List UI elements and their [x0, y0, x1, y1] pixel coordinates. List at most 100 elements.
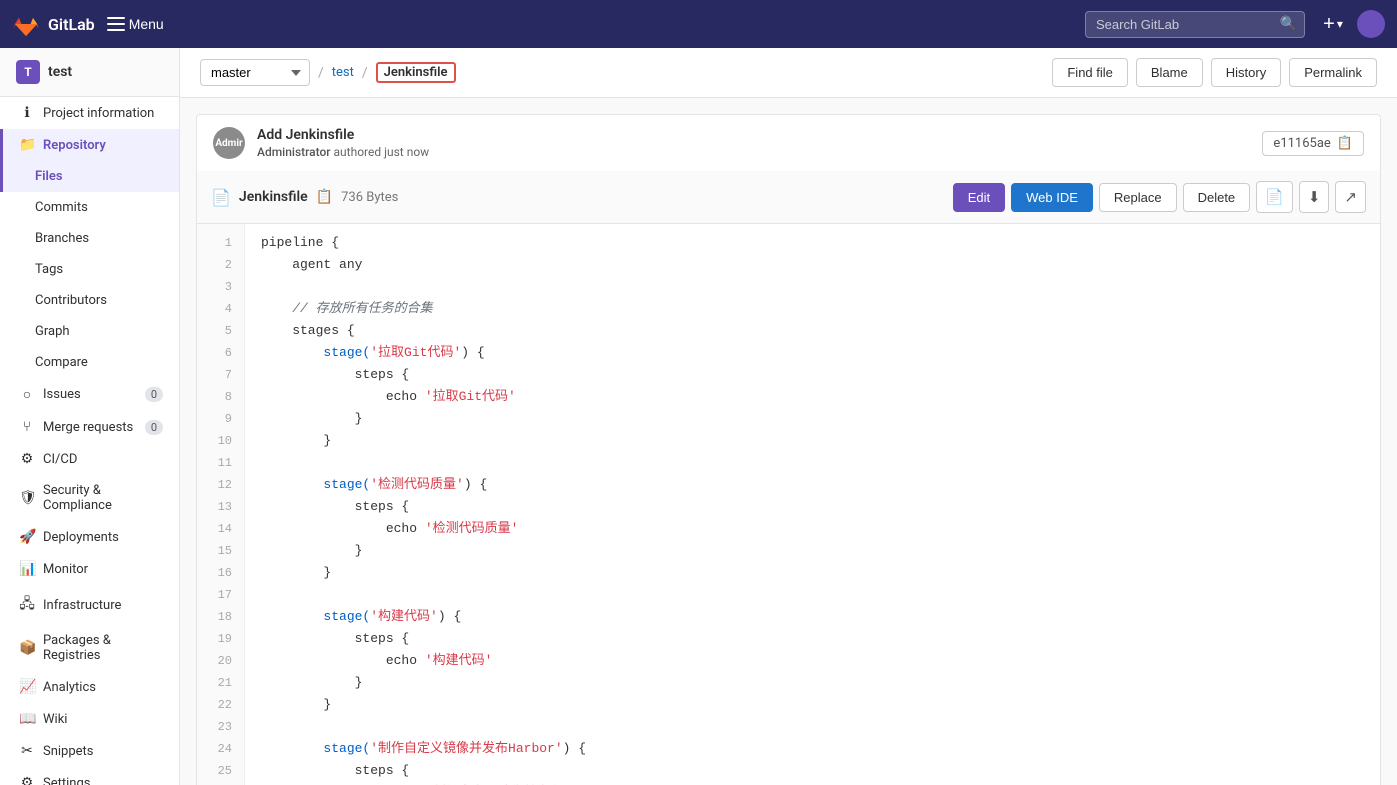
menu-button[interactable]: Menu — [107, 16, 164, 32]
code-line: pipeline { — [261, 232, 1380, 254]
sidebar-item-issues[interactable]: ○ Issues 0 — [0, 378, 179, 411]
sidebar-item-snippets[interactable]: ✂ Snippets — [0, 735, 179, 767]
sidebar-item-merge-requests[interactable]: ⑂ Merge requests 0 — [0, 411, 179, 443]
blame-button[interactable]: Blame — [1136, 58, 1203, 87]
sidebar-item-label: Analytics — [43, 680, 96, 695]
line-number: 4 — [197, 298, 244, 320]
find-file-button[interactable]: Find file — [1052, 58, 1128, 87]
sidebar-item-cicd[interactable]: ⚙ CI/CD — [0, 443, 179, 475]
permalink-button[interactable]: Permalink — [1289, 58, 1377, 87]
infra-icon: 🖧 — [19, 593, 35, 617]
commit-author: Administrator — [257, 145, 331, 159]
sidebar-item-label: Files — [35, 169, 63, 184]
menu-label: Menu — [129, 16, 164, 32]
code-line: } — [261, 540, 1380, 562]
sidebar-item-label: Graph — [35, 324, 70, 339]
sidebar-item-infrastructure[interactable]: 🖧 Infrastructure — [0, 585, 179, 625]
merge-icon: ⑂ — [19, 419, 35, 435]
line-number: 19 — [197, 628, 244, 650]
commit-meta: Administrator authored just now — [257, 145, 1250, 159]
sidebar-item-monitor[interactable]: 📊 Monitor — [0, 553, 179, 585]
search-icon: 🔍 — [1280, 16, 1297, 32]
code-line — [261, 584, 1380, 606]
code-line: // 存放所有任务的合集 — [261, 298, 1380, 320]
code-line: stage('构建代码') { — [261, 606, 1380, 628]
code-line: } — [261, 694, 1380, 716]
sidebar-item-graph[interactable]: Graph — [0, 316, 179, 347]
sidebar-item-contributors[interactable]: Contributors — [0, 285, 179, 316]
project-avatar: T — [16, 60, 40, 84]
project-header[interactable]: T test — [0, 48, 179, 97]
delete-button[interactable]: Delete — [1183, 183, 1251, 212]
branch-select[interactable]: master — [200, 59, 310, 86]
edit-button[interactable]: Edit — [953, 183, 1005, 212]
code-lines: pipeline { agent any // 存放所有任务的合集 stages… — [245, 224, 1380, 785]
issues-icon: ○ — [19, 386, 35, 403]
replace-button[interactable]: Replace — [1099, 183, 1177, 212]
sidebar-item-tags[interactable]: Tags — [0, 254, 179, 285]
breadcrumb-sep-2: / — [362, 65, 368, 81]
file-actions: Edit Web IDE Replace Delete 📄 ⬇ ↗ — [953, 181, 1366, 213]
shield-icon: 🛡 — [19, 490, 35, 506]
sidebar-item-packages[interactable]: 📦 Packages & Registries — [0, 625, 179, 671]
package-icon: 📦 — [19, 640, 35, 656]
code-line: steps { — [261, 496, 1380, 518]
create-button[interactable]: + ▾ — [1317, 8, 1349, 40]
line-number: 13 — [197, 496, 244, 518]
header-actions: Find file Blame History Permalink — [1052, 58, 1377, 87]
gitlab-logo-icon — [12, 10, 40, 38]
line-number: 6 — [197, 342, 244, 364]
code-line: } — [261, 430, 1380, 452]
line-number: 14 — [197, 518, 244, 540]
code-area: 1234567891011121314151617181920212223242… — [197, 224, 1380, 785]
logo-area: GitLab — [12, 10, 95, 38]
sidebar-item-branches[interactable]: Branches — [0, 223, 179, 254]
sidebar-item-label: Wiki — [43, 712, 67, 727]
open-external-icon-button[interactable]: ↗ — [1335, 181, 1366, 213]
line-number: 25 — [197, 760, 244, 782]
commit-sha-button[interactable]: e11165ae 📋 — [1262, 131, 1364, 156]
download-raw-icon-button[interactable]: 📄 — [1256, 181, 1293, 213]
avatar[interactable] — [1357, 10, 1385, 38]
sidebar-item-compare[interactable]: Compare — [0, 347, 179, 378]
sidebar-item-label: Packages & Registries — [43, 633, 163, 663]
web-ide-button[interactable]: Web IDE — [1011, 183, 1093, 212]
code-line: echo '构建代码' — [261, 650, 1380, 672]
copy-filename-icon[interactable]: 📋 — [316, 189, 333, 205]
search-input[interactable] — [1085, 11, 1305, 38]
sidebar-item-project-information[interactable]: ℹ Project information — [0, 97, 179, 129]
sidebar-item-files[interactable]: Files — [0, 161, 179, 192]
plus-icon: + — [1323, 13, 1335, 36]
line-number: 12 — [197, 474, 244, 496]
line-number: 5 — [197, 320, 244, 342]
deploy-icon: 🚀 — [19, 529, 35, 545]
sidebar-item-label: Settings — [43, 776, 90, 785]
breadcrumb-sep-1: / — [318, 65, 324, 81]
sidebar-item-wiki[interactable]: 📖 Wiki — [0, 703, 179, 735]
sidebar-item-deployments[interactable]: 🚀 Deployments — [0, 521, 179, 553]
code-line: steps { — [261, 364, 1380, 386]
file-name: Jenkinsfile — [239, 189, 308, 205]
hamburger-icon — [107, 17, 125, 31]
sidebar-item-repository[interactable]: 📁 Repository — [0, 129, 179, 161]
sidebar-item-label: Infrastructure — [43, 598, 121, 613]
monitor-icon: 📊 — [19, 561, 35, 577]
merge-badge: 0 — [145, 420, 163, 435]
sidebar-item-analytics[interactable]: 📈 Analytics — [0, 671, 179, 703]
download-file-icon-button[interactable]: ⬇ — [1299, 181, 1330, 213]
file-type-icon: 📄 — [211, 188, 231, 207]
line-number: 7 — [197, 364, 244, 386]
breadcrumb-project-link[interactable]: test — [332, 65, 354, 80]
sidebar-item-label: Security & Compliance — [43, 483, 163, 513]
commit-info: Add Jenkinsfile Administrator authored j… — [257, 127, 1250, 159]
sidebar-item-security[interactable]: 🛡 Security & Compliance — [0, 475, 179, 521]
line-number: 20 — [197, 650, 244, 672]
line-number: 11 — [197, 452, 244, 474]
topnav-actions: + ▾ — [1317, 8, 1385, 40]
code-line: agent any — [261, 254, 1380, 276]
sidebar-item-settings[interactable]: ⚙ Settings — [0, 767, 179, 785]
code-line: } — [261, 562, 1380, 584]
sidebar-item-commits[interactable]: Commits — [0, 192, 179, 223]
history-button[interactable]: History — [1211, 58, 1281, 87]
info-icon: ℹ — [19, 105, 35, 121]
